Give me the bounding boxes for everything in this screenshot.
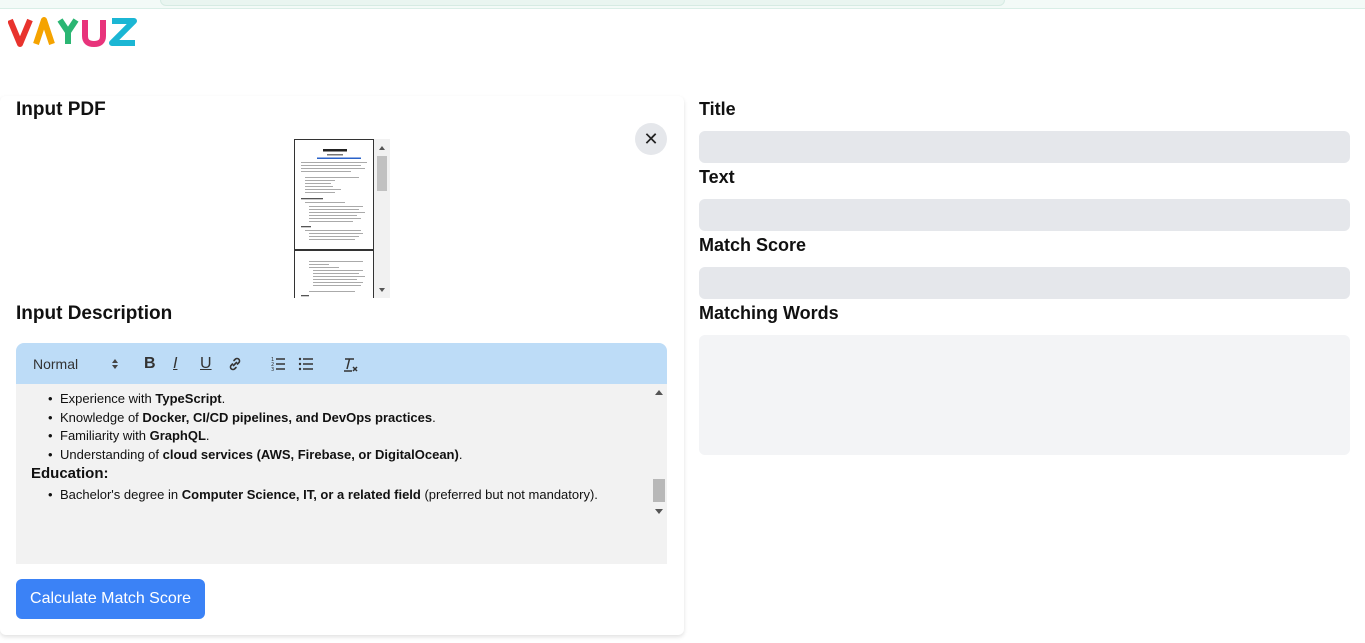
list-item: Familiarity with GraphQL. (31, 427, 651, 446)
pdf-page-2-content (301, 261, 365, 297)
match-score-label: Match Score (699, 235, 807, 255)
pdf-page-1 (294, 139, 374, 250)
close-pdf-button[interactable]: ✕ (635, 123, 667, 155)
editor-toolbar: Normal B I U 123 (16, 343, 667, 384)
pdf-scrollbar[interactable] (374, 139, 390, 298)
match-score-field[interactable] (699, 267, 1350, 299)
link-icon[interactable] (227, 343, 243, 384)
list-item: Knowledge of Docker, CI/CD pipelines, an… (31, 409, 651, 428)
input-description-title: Input Description (16, 303, 173, 324)
link-icon-graphic (229, 357, 241, 370)
title-label: Title (699, 99, 736, 119)
editor-content[interactable]: Experience with TypeScript. Knowledge of… (31, 390, 651, 504)
select-arrows-icon (112, 358, 118, 369)
bold-icon[interactable]: B (144, 343, 158, 384)
underline-icon[interactable]: U (200, 343, 214, 384)
bullet-list-icon[interactable] (298, 343, 314, 384)
matching-words-label: Matching Words (699, 303, 839, 323)
editor-scrollbar-graphic (653, 390, 665, 514)
clear-format-icon-graphic (344, 357, 358, 372)
matching-words-field[interactable] (699, 335, 1350, 455)
text-field[interactable] (699, 199, 1350, 231)
text-label: Text (699, 167, 735, 187)
pdf-page-content (301, 149, 367, 240)
ordered-list-icon-graphic: 123 (271, 357, 285, 372)
bullet-list-icon-graphic (298, 357, 313, 370)
vayuz-logo (8, 17, 137, 48)
description-editor[interactable]: Experience with TypeScript. Knowledge of… (16, 384, 667, 564)
heading-select-value: Normal (33, 355, 79, 372)
input-pdf-title: Input PDF (16, 99, 106, 120)
list-item: Understanding of cloud services (AWS, Fi… (31, 446, 651, 465)
clear-format-icon[interactable] (342, 343, 358, 384)
svg-text:3: 3 (271, 367, 274, 372)
editor-scrollbar[interactable] (651, 384, 667, 564)
address-bar[interactable] (160, 0, 1005, 6)
title-field[interactable] (699, 131, 1350, 163)
list-item: Bachelor's degree in Computer Science, I… (31, 486, 651, 505)
heading-select[interactable]: Normal (33, 343, 119, 384)
browser-address-bar-strip (0, 0, 1365, 9)
pdf-scrollbar-graphic (377, 146, 387, 292)
close-icon: ✕ (643, 128, 659, 149)
italic-icon[interactable]: I (173, 343, 187, 384)
list-item: Experience with TypeScript. (31, 390, 651, 409)
calculate-match-score-button[interactable]: Calculate Match Score (16, 579, 205, 619)
ordered-list-icon[interactable]: 123 (270, 343, 286, 384)
pdf-page-2 (294, 250, 374, 298)
pdf-preview[interactable] (294, 139, 390, 298)
education-heading: Education: (31, 465, 109, 482)
